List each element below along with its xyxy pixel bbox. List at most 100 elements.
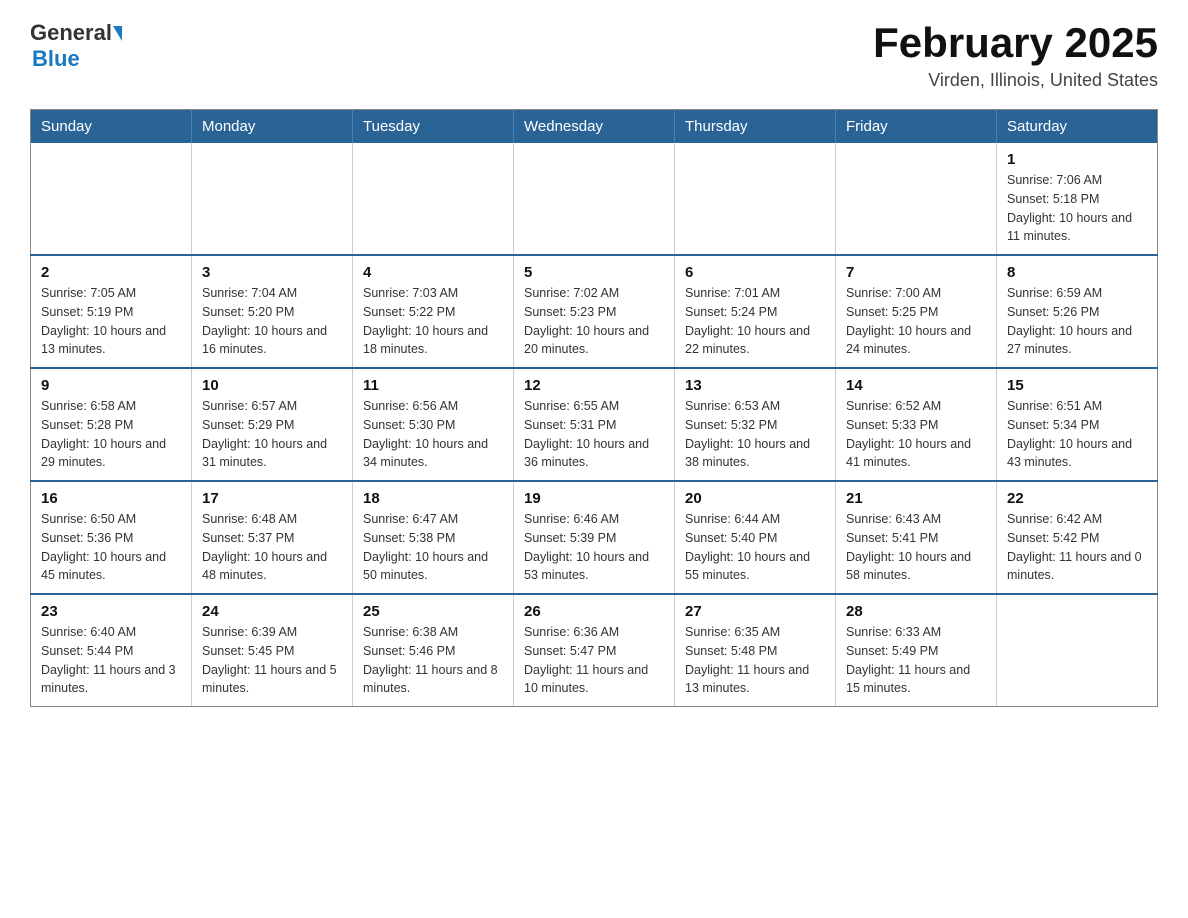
calendar-cell: 10 Sunrise: 6:57 AMSunset: 5:29 PMDayligh… — [192, 368, 353, 481]
month-title: February 2025 — [873, 20, 1158, 66]
day-number: 17 — [202, 490, 342, 507]
logo-arrow-icon — [113, 26, 122, 41]
calendar-cell: 24 Sunrise: 6:39 AMSunset: 5:45 PMDayligh… — [192, 594, 353, 707]
day-number: 14 — [846, 377, 986, 394]
calendar-cell: 5Sunrise: 7:02 AMSunset: 5:23 PMDaylight… — [514, 255, 675, 368]
day-of-week-header: Sunday — [31, 110, 192, 144]
day-info: Sunrise: 6:33 AMSunset: 5:49 PMDaylight:… — [846, 623, 986, 698]
day-number: 19 — [524, 490, 664, 507]
calendar-cell: 23 Sunrise: 6:40 AMSunset: 5:44 PMDayligh… — [31, 594, 192, 707]
calendar-cell: 26 Sunrise: 6:36 AMSunset: 5:47 PMDayligh… — [514, 594, 675, 707]
day-number: 9 — [41, 377, 181, 394]
page-header: General Blue February 2025 Virden, Illin… — [30, 20, 1158, 91]
calendar-week-row: 16 Sunrise: 6:50 AMSunset: 5:36 PMDayligh… — [31, 481, 1158, 594]
day-number: 12 — [524, 377, 664, 394]
calendar-week-row: 1 Sunrise: 7:06 AMSunset: 5:18 PMDaylight… — [31, 143, 1158, 255]
logo-general: General — [30, 20, 112, 46]
calendar-table: SundayMondayTuesdayWednesdayThursdayFrid… — [30, 109, 1158, 707]
day-number: 21 — [846, 490, 986, 507]
calendar-cell: 1 Sunrise: 7:06 AMSunset: 5:18 PMDaylight… — [997, 143, 1158, 255]
day-number: 7 — [846, 264, 986, 281]
day-info: Sunrise: 6:58 AMSunset: 5:28 PMDaylight:… — [41, 397, 181, 472]
day-number: 4 — [363, 264, 503, 281]
day-number: 26 — [524, 603, 664, 620]
calendar-week-row: 2Sunrise: 7:05 AMSunset: 5:19 PMDaylight… — [31, 255, 1158, 368]
calendar-cell — [675, 143, 836, 255]
calendar-cell: 17 Sunrise: 6:48 AMSunset: 5:37 PMDayligh… — [192, 481, 353, 594]
day-number: 11 — [363, 377, 503, 394]
day-of-week-header: Friday — [836, 110, 997, 144]
calendar-cell — [836, 143, 997, 255]
calendar-cell: 3 Sunrise: 7:04 AMSunset: 5:20 PMDaylight… — [192, 255, 353, 368]
day-info: Sunrise: 6:47 AMSunset: 5:38 PMDaylight:… — [363, 510, 503, 585]
day-info: Sunrise: 6:51 AMSunset: 5:34 PMDaylight:… — [1007, 397, 1147, 472]
day-info: Sunrise: 7:03 AMSunset: 5:22 PMDaylight:… — [363, 284, 503, 359]
day-number: 20 — [685, 490, 825, 507]
day-info: Sunrise: 6:40 AMSunset: 5:44 PMDaylight:… — [41, 623, 181, 698]
day-info: Sunrise: 7:06 AMSunset: 5:18 PMDaylight:… — [1007, 171, 1147, 246]
day-number: 8 — [1007, 264, 1147, 281]
day-of-week-header: Thursday — [675, 110, 836, 144]
day-of-week-header: Monday — [192, 110, 353, 144]
day-info: Sunrise: 6:39 AMSunset: 5:45 PMDaylight:… — [202, 623, 342, 698]
day-number: 3 — [202, 264, 342, 281]
calendar-cell: 19 Sunrise: 6:46 AMSunset: 5:39 PMDayligh… — [514, 481, 675, 594]
location-title: Virden, Illinois, United States — [873, 70, 1158, 91]
day-info: Sunrise: 7:04 AMSunset: 5:20 PMDaylight:… — [202, 284, 342, 359]
calendar-cell: 14 Sunrise: 6:52 AMSunset: 5:33 PMDayligh… — [836, 368, 997, 481]
day-info: Sunrise: 7:01 AMSunset: 5:24 PMDaylight:… — [685, 284, 825, 359]
day-of-week-header: Saturday — [997, 110, 1158, 144]
calendar-cell: 8Sunrise: 6:59 AMSunset: 5:26 PMDaylight… — [997, 255, 1158, 368]
day-info: Sunrise: 6:36 AMSunset: 5:47 PMDaylight:… — [524, 623, 664, 698]
day-info: Sunrise: 6:50 AMSunset: 5:36 PMDaylight:… — [41, 510, 181, 585]
calendar-cell: 20 Sunrise: 6:44 AMSunset: 5:40 PMDayligh… — [675, 481, 836, 594]
calendar-cell — [353, 143, 514, 255]
day-of-week-header: Tuesday — [353, 110, 514, 144]
day-info: Sunrise: 6:53 AMSunset: 5:32 PMDaylight:… — [685, 397, 825, 472]
calendar-cell: 11 Sunrise: 6:56 AMSunset: 5:30 PMDayligh… — [353, 368, 514, 481]
day-info: Sunrise: 6:52 AMSunset: 5:33 PMDaylight:… — [846, 397, 986, 472]
day-number: 24 — [202, 603, 342, 620]
day-number: 22 — [1007, 490, 1147, 507]
day-number: 25 — [363, 603, 503, 620]
day-info: Sunrise: 6:38 AMSunset: 5:46 PMDaylight:… — [363, 623, 503, 698]
calendar-cell: 13 Sunrise: 6:53 AMSunset: 5:32 PMDayligh… — [675, 368, 836, 481]
day-info: Sunrise: 6:42 AMSunset: 5:42 PMDaylight:… — [1007, 510, 1147, 585]
calendar-cell: 25 Sunrise: 6:38 AMSunset: 5:46 PMDayligh… — [353, 594, 514, 707]
day-number: 16 — [41, 490, 181, 507]
day-info: Sunrise: 6:44 AMSunset: 5:40 PMDaylight:… — [685, 510, 825, 585]
calendar-cell: 18 Sunrise: 6:47 AMSunset: 5:38 PMDayligh… — [353, 481, 514, 594]
calendar-cell: 7 Sunrise: 7:00 AMSunset: 5:25 PMDaylight… — [836, 255, 997, 368]
day-number: 18 — [363, 490, 503, 507]
calendar-cell — [997, 594, 1158, 707]
day-info: Sunrise: 6:46 AMSunset: 5:39 PMDaylight:… — [524, 510, 664, 585]
day-number: 10 — [202, 377, 342, 394]
day-number: 2 — [41, 264, 181, 281]
calendar-cell: 27Sunrise: 6:35 AMSunset: 5:48 PMDayligh… — [675, 594, 836, 707]
day-number: 23 — [41, 603, 181, 620]
calendar-cell: 22 Sunrise: 6:42 AMSunset: 5:42 PMDayligh… — [997, 481, 1158, 594]
calendar-cell: 28Sunrise: 6:33 AMSunset: 5:49 PMDayligh… — [836, 594, 997, 707]
calendar-cell — [31, 143, 192, 255]
title-section: February 2025 Virden, Illinois, United S… — [873, 20, 1158, 91]
calendar-cell: 4 Sunrise: 7:03 AMSunset: 5:22 PMDaylight… — [353, 255, 514, 368]
day-number: 1 — [1007, 151, 1147, 168]
calendar-cell: 9 Sunrise: 6:58 AMSunset: 5:28 PMDaylight… — [31, 368, 192, 481]
day-info: Sunrise: 6:48 AMSunset: 5:37 PMDaylight:… — [202, 510, 342, 585]
calendar-week-row: 23 Sunrise: 6:40 AMSunset: 5:44 PMDayligh… — [31, 594, 1158, 707]
day-info: Sunrise: 6:55 AMSunset: 5:31 PMDaylight:… — [524, 397, 664, 472]
logo-blue: Blue — [32, 46, 80, 72]
day-number: 27 — [685, 603, 825, 620]
calendar-header-row: SundayMondayTuesdayWednesdayThursdayFrid… — [31, 110, 1158, 144]
calendar-cell — [514, 143, 675, 255]
calendar-week-row: 9 Sunrise: 6:58 AMSunset: 5:28 PMDaylight… — [31, 368, 1158, 481]
day-info: Sunrise: 7:00 AMSunset: 5:25 PMDaylight:… — [846, 284, 986, 359]
day-number: 6 — [685, 264, 825, 281]
calendar-cell: 15 Sunrise: 6:51 AMSunset: 5:34 PMDayligh… — [997, 368, 1158, 481]
calendar-cell: 12 Sunrise: 6:55 AMSunset: 5:31 PMDayligh… — [514, 368, 675, 481]
calendar-cell: 16 Sunrise: 6:50 AMSunset: 5:36 PMDayligh… — [31, 481, 192, 594]
day-number: 15 — [1007, 377, 1147, 394]
day-info: Sunrise: 6:57 AMSunset: 5:29 PMDaylight:… — [202, 397, 342, 472]
day-number: 13 — [685, 377, 825, 394]
day-info: Sunrise: 6:56 AMSunset: 5:30 PMDaylight:… — [363, 397, 503, 472]
